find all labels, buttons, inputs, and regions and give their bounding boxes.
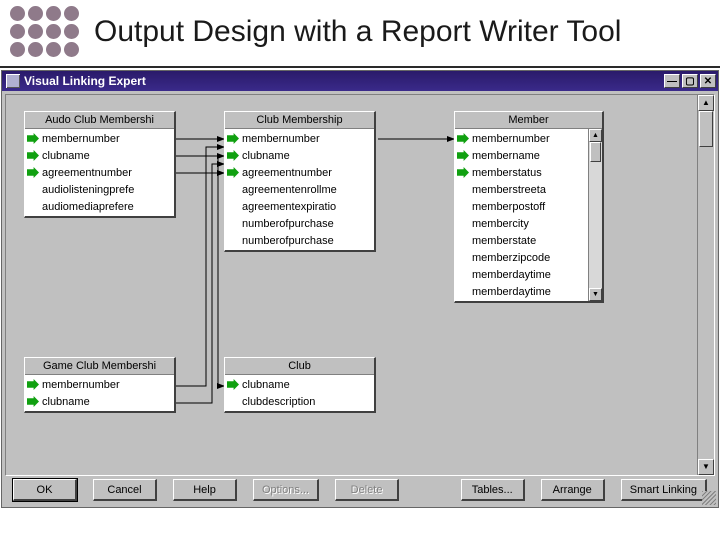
table-member[interactable]: Member membernumber membername membersta… (454, 111, 604, 303)
field-row[interactable]: membernumber (27, 376, 174, 393)
field-row[interactable]: clubname (227, 147, 374, 164)
key-icon (227, 133, 239, 144)
link-canvas-wrap: Audo Club Membershi membernumber clubnam… (5, 94, 715, 476)
field-row[interactable]: audiolisteningprefe (27, 181, 174, 198)
key-icon (227, 167, 239, 178)
table-club-membership[interactable]: Club Membership membernumber clubname ag… (224, 111, 376, 252)
table-title[interactable]: Club (225, 358, 374, 375)
field-row[interactable]: agreementnumber (227, 164, 374, 181)
field-list[interactable]: membernumber clubname (25, 375, 174, 411)
close-button[interactable]: ✕ (700, 74, 716, 88)
smart-linking-button[interactable]: Smart Linking (621, 479, 707, 501)
table-title[interactable]: Audo Club Membershi (25, 112, 174, 129)
system-menu-icon[interactable] (6, 74, 20, 88)
table-vertical-scrollbar[interactable]: ▲ ▼ (588, 129, 602, 301)
field-row[interactable]: memberstatus (457, 164, 588, 181)
dialog-button-row: OK Cancel Help Options... Delete Tables.… (5, 476, 715, 504)
dot-grid-decor (10, 6, 80, 58)
field-row[interactable]: clubname (27, 393, 174, 410)
help-button[interactable]: Help (173, 479, 237, 501)
field-row[interactable]: membername (457, 147, 588, 164)
field-list[interactable]: clubname clubdescription (225, 375, 374, 411)
scroll-thumb[interactable] (590, 142, 601, 162)
field-row[interactable]: agreementnumber (27, 164, 174, 181)
canvas-vertical-scrollbar[interactable]: ▲ ▼ (697, 95, 714, 475)
key-icon (457, 133, 469, 144)
field-row[interactable]: agreementenrollme (227, 181, 374, 198)
resize-grip-icon[interactable] (702, 491, 716, 505)
ok-button[interactable]: OK (13, 479, 77, 501)
key-icon (227, 379, 239, 390)
field-row[interactable]: numberofpurchase (227, 232, 374, 249)
table-title[interactable]: Game Club Membershi (25, 358, 174, 375)
scroll-up-button[interactable]: ▲ (698, 95, 714, 111)
key-icon (457, 167, 469, 178)
key-icon (457, 150, 469, 161)
key-icon (27, 133, 39, 144)
arrange-button[interactable]: Arrange (541, 479, 605, 501)
minimize-button[interactable]: — (664, 74, 680, 88)
slide-header: Output Design with a Report Writer Tool (0, 0, 720, 68)
field-row[interactable]: memberpostoff (457, 198, 588, 215)
key-icon (227, 150, 239, 161)
delete-button[interactable]: Delete (335, 479, 399, 501)
key-icon (27, 150, 39, 161)
table-title[interactable]: Club Membership (225, 112, 374, 129)
field-list[interactable]: membernumber membername memberstatus mem… (455, 129, 588, 301)
field-row[interactable]: clubdescription (227, 393, 374, 410)
table-title[interactable]: Member (455, 112, 602, 129)
key-icon (27, 167, 39, 178)
field-list[interactable]: membernumber clubname agreementnumber au… (25, 129, 174, 216)
field-row[interactable]: membernumber (457, 130, 588, 147)
field-row[interactable]: membercity (457, 215, 588, 232)
table-audio-club-membership[interactable]: Audo Club Membershi membernumber clubnam… (24, 111, 176, 218)
scroll-down-button[interactable]: ▼ (698, 459, 714, 475)
table-club[interactable]: Club clubname clubdescription (224, 357, 376, 413)
field-row[interactable]: memberzipcode (457, 249, 588, 266)
field-row[interactable]: membernumber (227, 130, 374, 147)
maximize-button[interactable]: ▢ (682, 74, 698, 88)
field-list[interactable]: membernumber clubname agreementnumber ag… (225, 129, 374, 250)
field-row[interactable]: membernumber (27, 130, 174, 147)
scroll-up-button[interactable]: ▲ (589, 129, 602, 142)
key-icon (27, 396, 39, 407)
field-row[interactable]: clubname (27, 147, 174, 164)
key-icon (27, 379, 39, 390)
window-title: Visual Linking Expert (24, 74, 146, 88)
field-row[interactable]: memberstreeta (457, 181, 588, 198)
slide-title: Output Design with a Report Writer Tool (94, 16, 621, 48)
scroll-down-button[interactable]: ▼ (589, 288, 602, 301)
tables-button[interactable]: Tables... (461, 479, 525, 501)
field-row[interactable]: audiomediaprefere (27, 198, 174, 215)
app-window: Visual Linking Expert — ▢ ✕ (1, 70, 719, 508)
table-game-club-membership[interactable]: Game Club Membershi membernumber clubnam… (24, 357, 176, 413)
field-row[interactable]: numberofpurchase (227, 215, 374, 232)
scroll-thumb[interactable] (699, 111, 713, 147)
link-canvas[interactable]: Audo Club Membershi membernumber clubnam… (6, 95, 696, 475)
field-row[interactable]: memberdaytime (457, 266, 588, 283)
cancel-button[interactable]: Cancel (93, 479, 157, 501)
field-row[interactable]: memberstate (457, 232, 588, 249)
titlebar[interactable]: Visual Linking Expert — ▢ ✕ (2, 71, 718, 91)
field-row[interactable]: agreementexpiratio (227, 198, 374, 215)
field-row[interactable]: clubname (227, 376, 374, 393)
options-button[interactable]: Options... (253, 479, 319, 501)
field-row[interactable]: memberdaytime (457, 283, 588, 300)
